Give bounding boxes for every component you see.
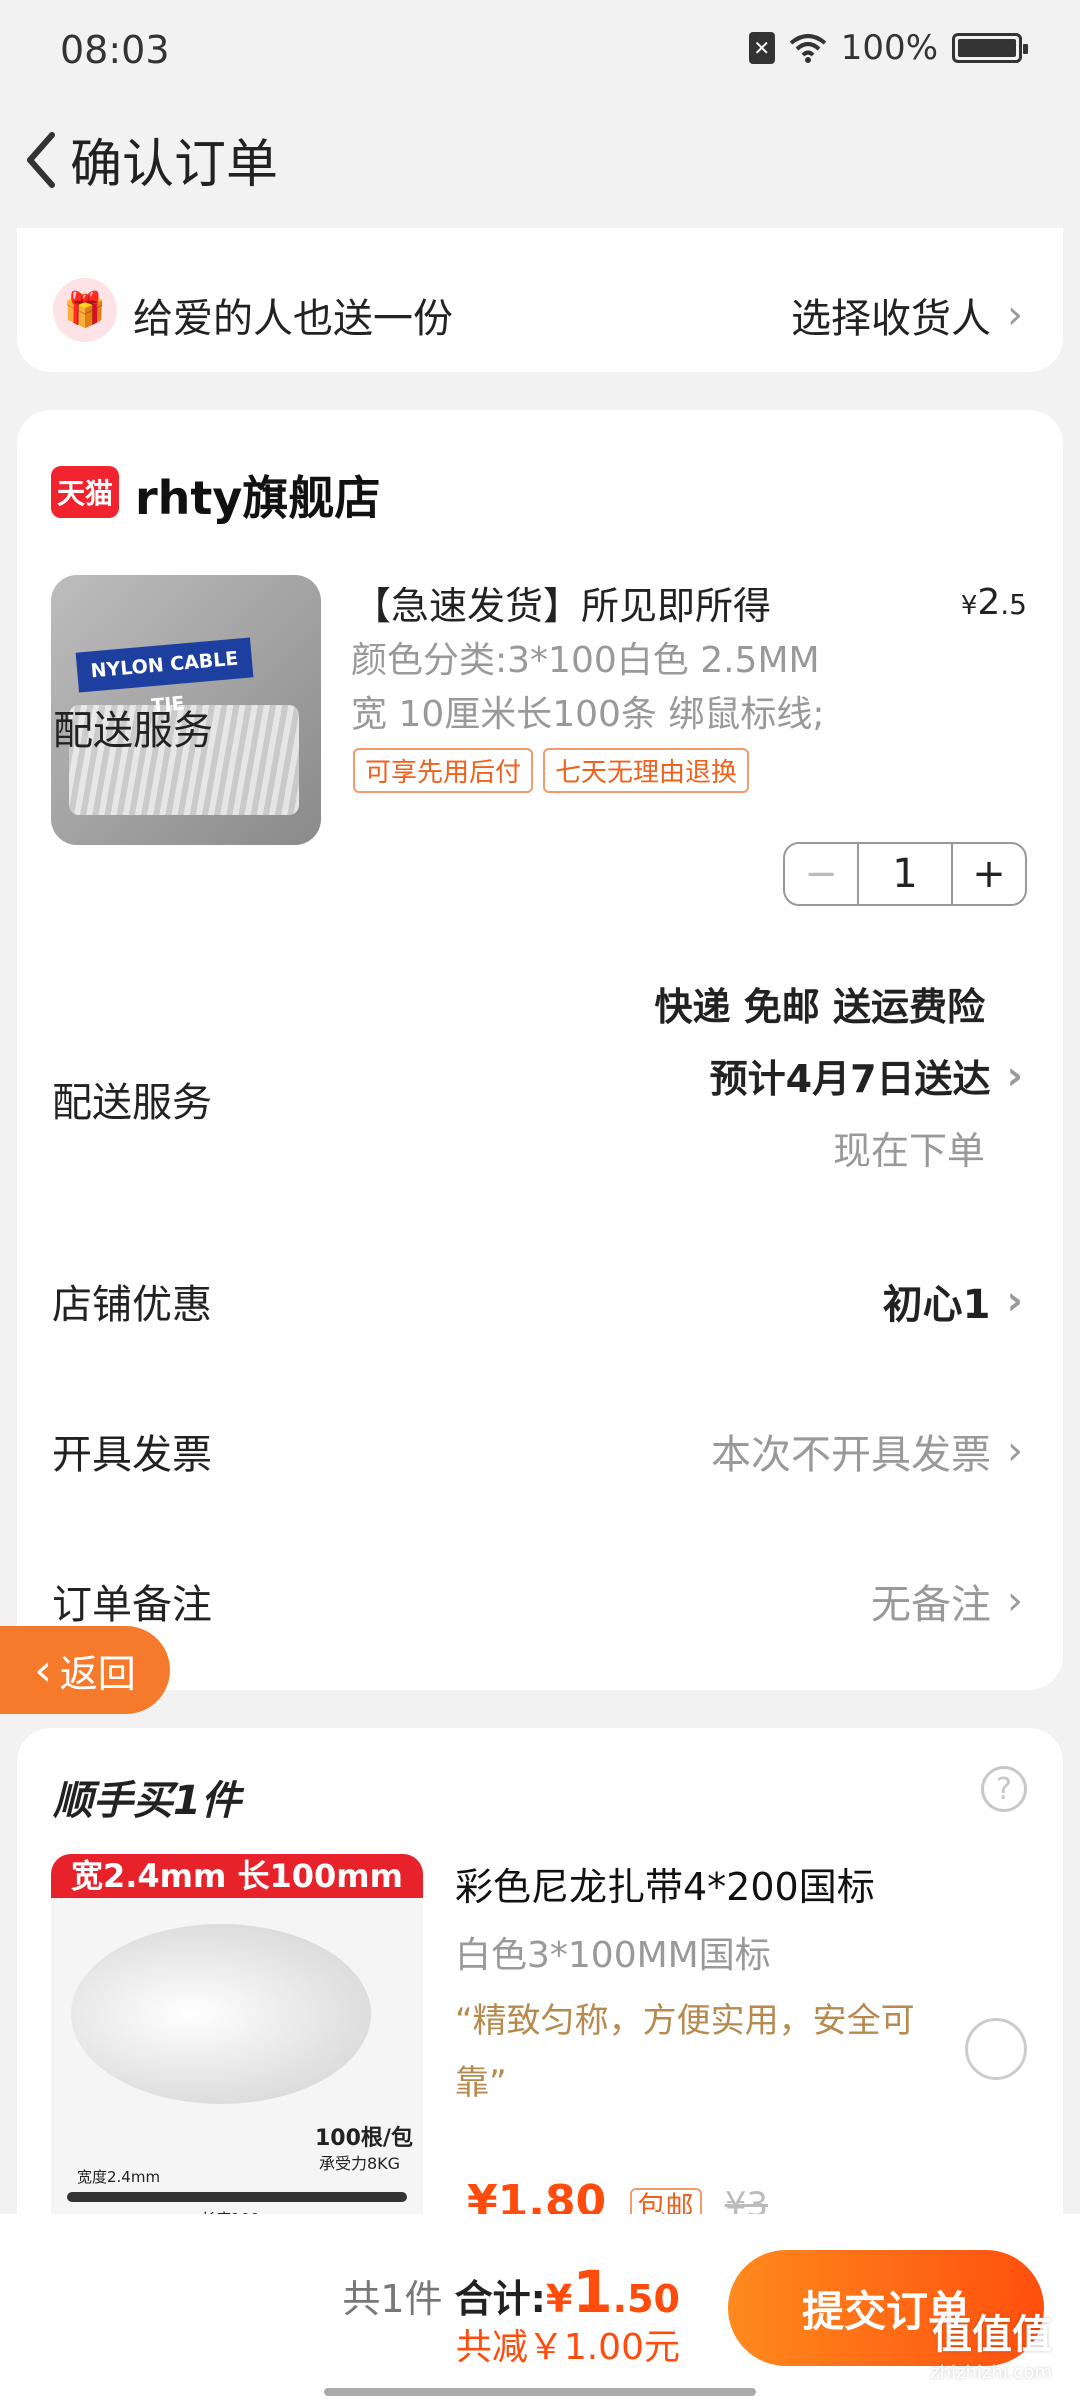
floating-back-label: 返回 [59, 1651, 136, 1696]
battery-icon [952, 33, 1028, 63]
store-name[interactable]: rhty旗舰店 [135, 462, 380, 528]
tag-pay-later: 可享先用后付 [353, 748, 534, 793]
product-package-label: NYLON CABLE TIE [75, 637, 254, 717]
addon-image-banner: 宽2.4mm 长100mm [51, 1854, 423, 1898]
delivery-label: 配送服务 [52, 1080, 212, 1126]
tag-seven-day-return: 七天无理由退换 [543, 748, 750, 793]
product-price: ¥2.5 [960, 582, 1027, 623]
wifi-icon [789, 34, 827, 63]
product-spec-line2: 宽 10厘米长100条 绑鼠标线; [351, 694, 825, 735]
gift-label: 给爱的人也送一份 [133, 296, 453, 342]
gift-row[interactable]: 🎁 给爱的人也送一份 选择收货人 › [17, 228, 1063, 372]
chevron-right-icon: › [1006, 1278, 1023, 1324]
order-note-value: 无备注 [871, 1582, 991, 1628]
chevron-left-icon: ‹ [34, 1644, 52, 1696]
order-note-label: 订单备注 [52, 1582, 212, 1628]
watermark: 值值值 zhizhizhi.com [930, 2312, 1052, 2392]
tmall-logo: 天猫 [51, 466, 119, 518]
increase-button[interactable]: + [951, 844, 1025, 904]
addon-image-pack: 100根/包 [315, 2126, 413, 2151]
chevron-right-icon: › [1007, 1428, 1023, 1474]
invoice-label: 开具发票 [52, 1432, 212, 1478]
addon-quote: “精致匀称，方便实用，安全可靠” [455, 2001, 915, 2103]
nav-header: 确认订单 [0, 100, 1080, 220]
quantity-stepper: − 1 + [783, 842, 1027, 906]
product-spec-line1: 颜色分类:3*100白色 2.5MM [351, 640, 820, 681]
invoice-value: 本次不开具发票 [711, 1432, 991, 1478]
order-total: 共1件 合计:¥1.50 [342, 2258, 680, 2326]
addon-spec: 白色3*100MM国标 [455, 1935, 771, 1976]
delivery-method[interactable]: 快递 免邮 送运费险 [655, 976, 985, 1031]
delivery-label: 配送服务 [53, 708, 213, 754]
total-saved: 共减￥1.00元 [455, 2327, 680, 2368]
addon-card: 顺手买1件 ? 宽2.4mm 长100mm 100根/包 承受力8KG 宽度2.… [17, 1728, 1063, 2248]
gift-icon: 🎁 [53, 278, 117, 342]
delivery-order-now: 现在下单 [832, 1129, 985, 1173]
addon-select-radio[interactable] [965, 2018, 1027, 2080]
floating-back-button[interactable]: ‹ 返回 [0, 1626, 170, 1714]
cable-tie-bundle [71, 1924, 371, 2104]
status-time: 08:03 [60, 28, 170, 72]
delivery-eta: 预计4月7日送达 [709, 1057, 991, 1101]
invoice-row[interactable]: 本次不开具发票 › [711, 1422, 1023, 1480]
chevron-right-icon: › [1006, 1052, 1023, 1099]
status-bar: 08:03 ✕ 100% [0, 0, 1080, 100]
order-note-row[interactable]: 无备注 › [871, 1572, 1023, 1630]
total-label: 合计: [454, 2277, 546, 2321]
choose-recipient-label: 选择收货人 [791, 296, 991, 342]
sim-off-icon: ✕ [748, 32, 775, 64]
home-indicator[interactable] [324, 2388, 756, 2396]
product-spec[interactable]: 颜色分类:3*100白色 2.5MM 宽 10厘米长100条 绑鼠标线; [351, 634, 911, 742]
addon-product-image[interactable]: 宽2.4mm 长100mm 100根/包 承受力8KG 宽度2.4mm 长度10… [51, 1854, 423, 2234]
store-discount-row[interactable]: 初心1 › [883, 1272, 1023, 1330]
addon-name[interactable]: 彩色尼龙扎带4*200国标 [455, 1856, 875, 1911]
addon-image-force: 承受力8KG [319, 2154, 401, 2173]
checkout-bar: 共1件 合计:¥1.50 共减￥1.00元 提交订单 [0, 2214, 1080, 2400]
watermark-line1: 值值值 [932, 2312, 1052, 2358]
addon-image-width: 宽度2.4mm [77, 2168, 161, 2186]
total-int: 1 [572, 2258, 613, 2326]
quantity-value[interactable]: 1 [859, 844, 951, 904]
product-title[interactable]: 【急速发货】所见即所得 [353, 575, 771, 630]
decrease-button[interactable]: − [785, 844, 859, 904]
store-discount-value: 初心1 [882, 1282, 991, 1328]
product-tags: 可享先用后付 七天无理由退换 [353, 748, 750, 793]
chevron-right-icon: › [1007, 292, 1023, 338]
question-circle-icon[interactable]: ? [981, 1766, 1027, 1812]
addon-title: 顺手买1件 [53, 1778, 241, 1824]
total-dec: .50 [612, 2277, 680, 2321]
page-title: 确认订单 [70, 135, 279, 195]
battery-percent: 100% [840, 28, 938, 68]
watermark-line2: zhizhizhi.com [930, 2362, 1052, 2383]
store-discount-label: 店铺优惠 [52, 1282, 212, 1328]
total-symbol: ¥ [545, 2277, 573, 2321]
choose-recipient-link[interactable]: 选择收货人 › [791, 286, 1023, 344]
chevron-left-icon[interactable] [16, 125, 66, 195]
status-icons: ✕ 100% [748, 28, 1028, 68]
delivery-eta-row[interactable]: 预计4月7日送达 › [710, 1048, 1023, 1103]
item-count: 共1件 [342, 2277, 443, 2321]
cable-tie-strap [67, 2192, 407, 2202]
chevron-right-icon: › [1007, 1578, 1023, 1624]
